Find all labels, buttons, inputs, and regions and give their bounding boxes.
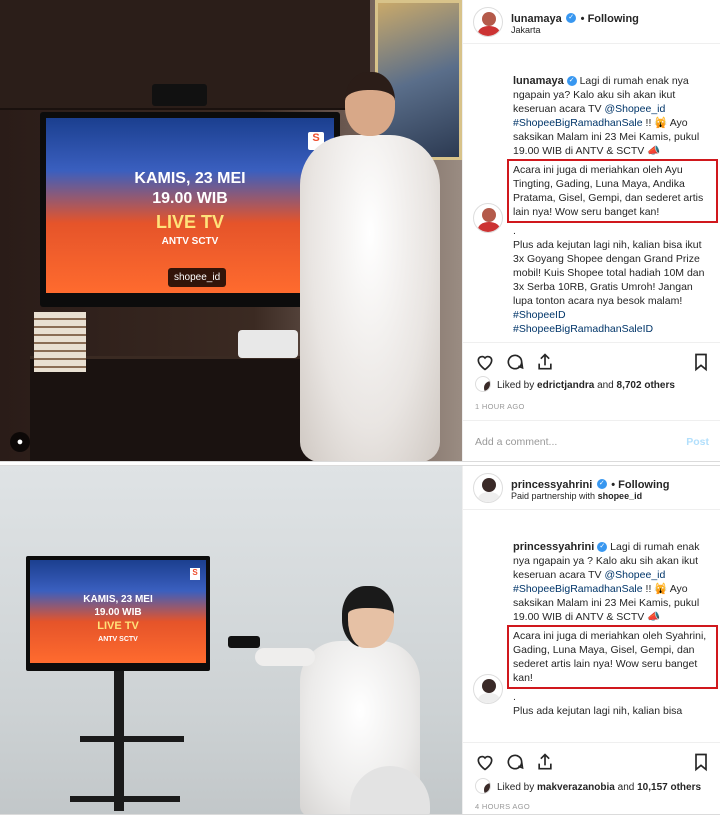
caption: princessyahrini ✓ Lagi di rumah enak nya… (507, 540, 718, 718)
heart-icon[interactable] (475, 352, 495, 372)
caption-dot: . (513, 691, 516, 703)
verified-badge-icon: ✓ (566, 76, 577, 87)
likes-and: and (617, 782, 635, 793)
following-button[interactable]: • Following (611, 479, 669, 491)
action-bar (463, 742, 720, 782)
likes-others[interactable]: 10,157 others (637, 782, 701, 793)
instagram-post-princessyahrini: S KAMIS, 23 MEI 19.00 WIB LIVE TV ANTV S… (0, 465, 720, 815)
caption-dot: . (513, 225, 516, 237)
caption-end: Plus ada kejutan lagi nih, kalian bisa (513, 705, 683, 717)
person-arm (255, 648, 315, 666)
caption-end: Plus ada kejutan lagi nih, kalian bisa i… (513, 239, 705, 307)
speaker (152, 84, 207, 106)
tv-date-text: KAMIS, 23 MEI (134, 170, 246, 187)
hashtag-link[interactable]: #ShopeeBigRamadhanSaleID (513, 323, 653, 335)
caption: lunamaya ✓ Lagi di rumah enak nya ngapai… (507, 74, 718, 336)
hashtag-link[interactable]: #ShopeeBigRamadhanSale (513, 583, 643, 595)
person-head (345, 72, 395, 136)
caption-avatar[interactable] (473, 203, 503, 233)
person-white-dress (300, 135, 440, 461)
tv-frame: S KAMIS, 23 MEI 19.00 WIB LIVE TV ANTV S… (26, 556, 210, 671)
tv-frame: S KAMIS, 23 MEI 19.00 WIB LIVE TV ANTV S… (40, 112, 340, 307)
tv-live-text: LIVE TV (155, 212, 224, 232)
post-side-panel: lunamaya ✓ • Following Jakarta lunamaya … (462, 0, 720, 461)
liker-avatar[interactable] (475, 778, 491, 794)
comment-box: Add a comment... Post (463, 420, 720, 462)
tv-time-text: 19.00 WIB (94, 607, 142, 618)
verified-badge-icon: ✓ (597, 542, 608, 553)
tv-date-text: KAMIS, 23 MEI (83, 594, 153, 605)
tv-remote (228, 636, 260, 648)
tv-screen: S KAMIS, 23 MEI 19.00 WIB LIVE TV ANTV S… (46, 118, 334, 293)
tv-live-text: LIVE TV (97, 620, 139, 632)
likes-others[interactable]: 8,702 others (617, 380, 675, 391)
verified-badge-icon: ✓ (596, 478, 607, 489)
likes-count: Liked by edrictjandra and 8,702 others (497, 380, 675, 391)
caption-username[interactable]: lunamaya (513, 75, 564, 87)
tv-channels: ANTV SCTV (98, 636, 138, 643)
tv-stand-base (70, 796, 180, 802)
likes-and: and (597, 380, 614, 391)
tv-screen: S KAMIS, 23 MEI 19.00 WIB LIVE TV ANTV S… (30, 560, 206, 663)
caption-username[interactable]: princessyahrini (513, 541, 594, 553)
book-stack (34, 312, 86, 372)
highlight-box: Acara ini juga di meriahkan oleh Ayu Tin… (507, 159, 718, 223)
post-time[interactable]: 4 HOURS AGO (475, 802, 530, 811)
post-header: princessyahrini ✓ • Following Paid partn… (463, 466, 720, 510)
mention-link[interactable]: @Shopee_id (604, 569, 665, 581)
avatar[interactable] (473, 473, 503, 503)
username-link[interactable]: princessyahrini (511, 479, 592, 491)
post-comment-button[interactable]: Post (686, 436, 709, 448)
post-side-panel: princessyahrini ✓ • Following Paid partn… (462, 466, 720, 814)
caption-avatar[interactable] (473, 674, 503, 704)
mention-link[interactable]: @Shopee_id (604, 103, 665, 115)
bookmark-icon[interactable] (691, 352, 711, 372)
verified-badge-icon: ✓ (566, 12, 577, 23)
tv-shopee-logo: S (190, 568, 200, 580)
liked-by-label: Liked by (497, 380, 535, 391)
action-bar (463, 342, 720, 382)
liker-username[interactable]: makverazanobia (537, 782, 615, 793)
liker-username[interactable]: edrictjandra (537, 380, 594, 391)
person-head (342, 586, 394, 648)
photo-tag[interactable]: shopee_id (168, 268, 227, 287)
tv-time-text: 19.00 WIB (152, 190, 228, 207)
highlight-box: Acara ini juga di meriahkan oleh Syahrin… (507, 625, 718, 689)
location-link[interactable]: Jakarta (511, 25, 541, 35)
partner-link[interactable]: shopee_id (598, 491, 643, 501)
share-icon[interactable] (535, 352, 555, 372)
hashtag-link[interactable]: #ShopeeID (513, 309, 566, 321)
comment-icon[interactable] (505, 752, 525, 772)
comment-input[interactable]: Add a comment... (475, 436, 557, 448)
user-tag-icon[interactable]: ● (10, 432, 30, 452)
heart-icon[interactable] (475, 752, 495, 772)
post-time[interactable]: 1 HOUR AGO (475, 402, 525, 411)
instagram-post-lunamaya: S KAMIS, 23 MEI 19.00 WIB LIVE TV ANTV S… (0, 0, 720, 462)
username-link[interactable]: lunamaya (511, 13, 562, 25)
bookmark-icon[interactable] (691, 752, 711, 772)
post-photo[interactable]: S KAMIS, 23 MEI 19.00 WIB LIVE TV ANTV S… (0, 466, 462, 814)
paid-partnership: Paid partnership with shopee_id (511, 491, 642, 501)
avatar[interactable] (473, 7, 503, 37)
post-header: lunamaya ✓ • Following Jakarta (463, 0, 720, 44)
partner-label: Paid partnership with (511, 491, 596, 501)
tv-channels: ANTV SCTV (161, 236, 219, 247)
likes-count: Liked by makverazanobia and 10,157 other… (497, 782, 701, 793)
liked-by-label: Liked by (497, 782, 535, 793)
post-photo[interactable]: S KAMIS, 23 MEI 19.00 WIB LIVE TV ANTV S… (0, 0, 462, 461)
comment-icon[interactable] (505, 352, 525, 372)
liker-avatar[interactable] (475, 376, 491, 392)
tv-stand-shelf (80, 736, 184, 742)
telephone (238, 330, 298, 358)
hashtag-link[interactable]: #ShopeeBigRamadhanSale (513, 117, 643, 129)
share-icon[interactable] (535, 752, 555, 772)
following-button[interactable]: • Following (581, 13, 639, 25)
